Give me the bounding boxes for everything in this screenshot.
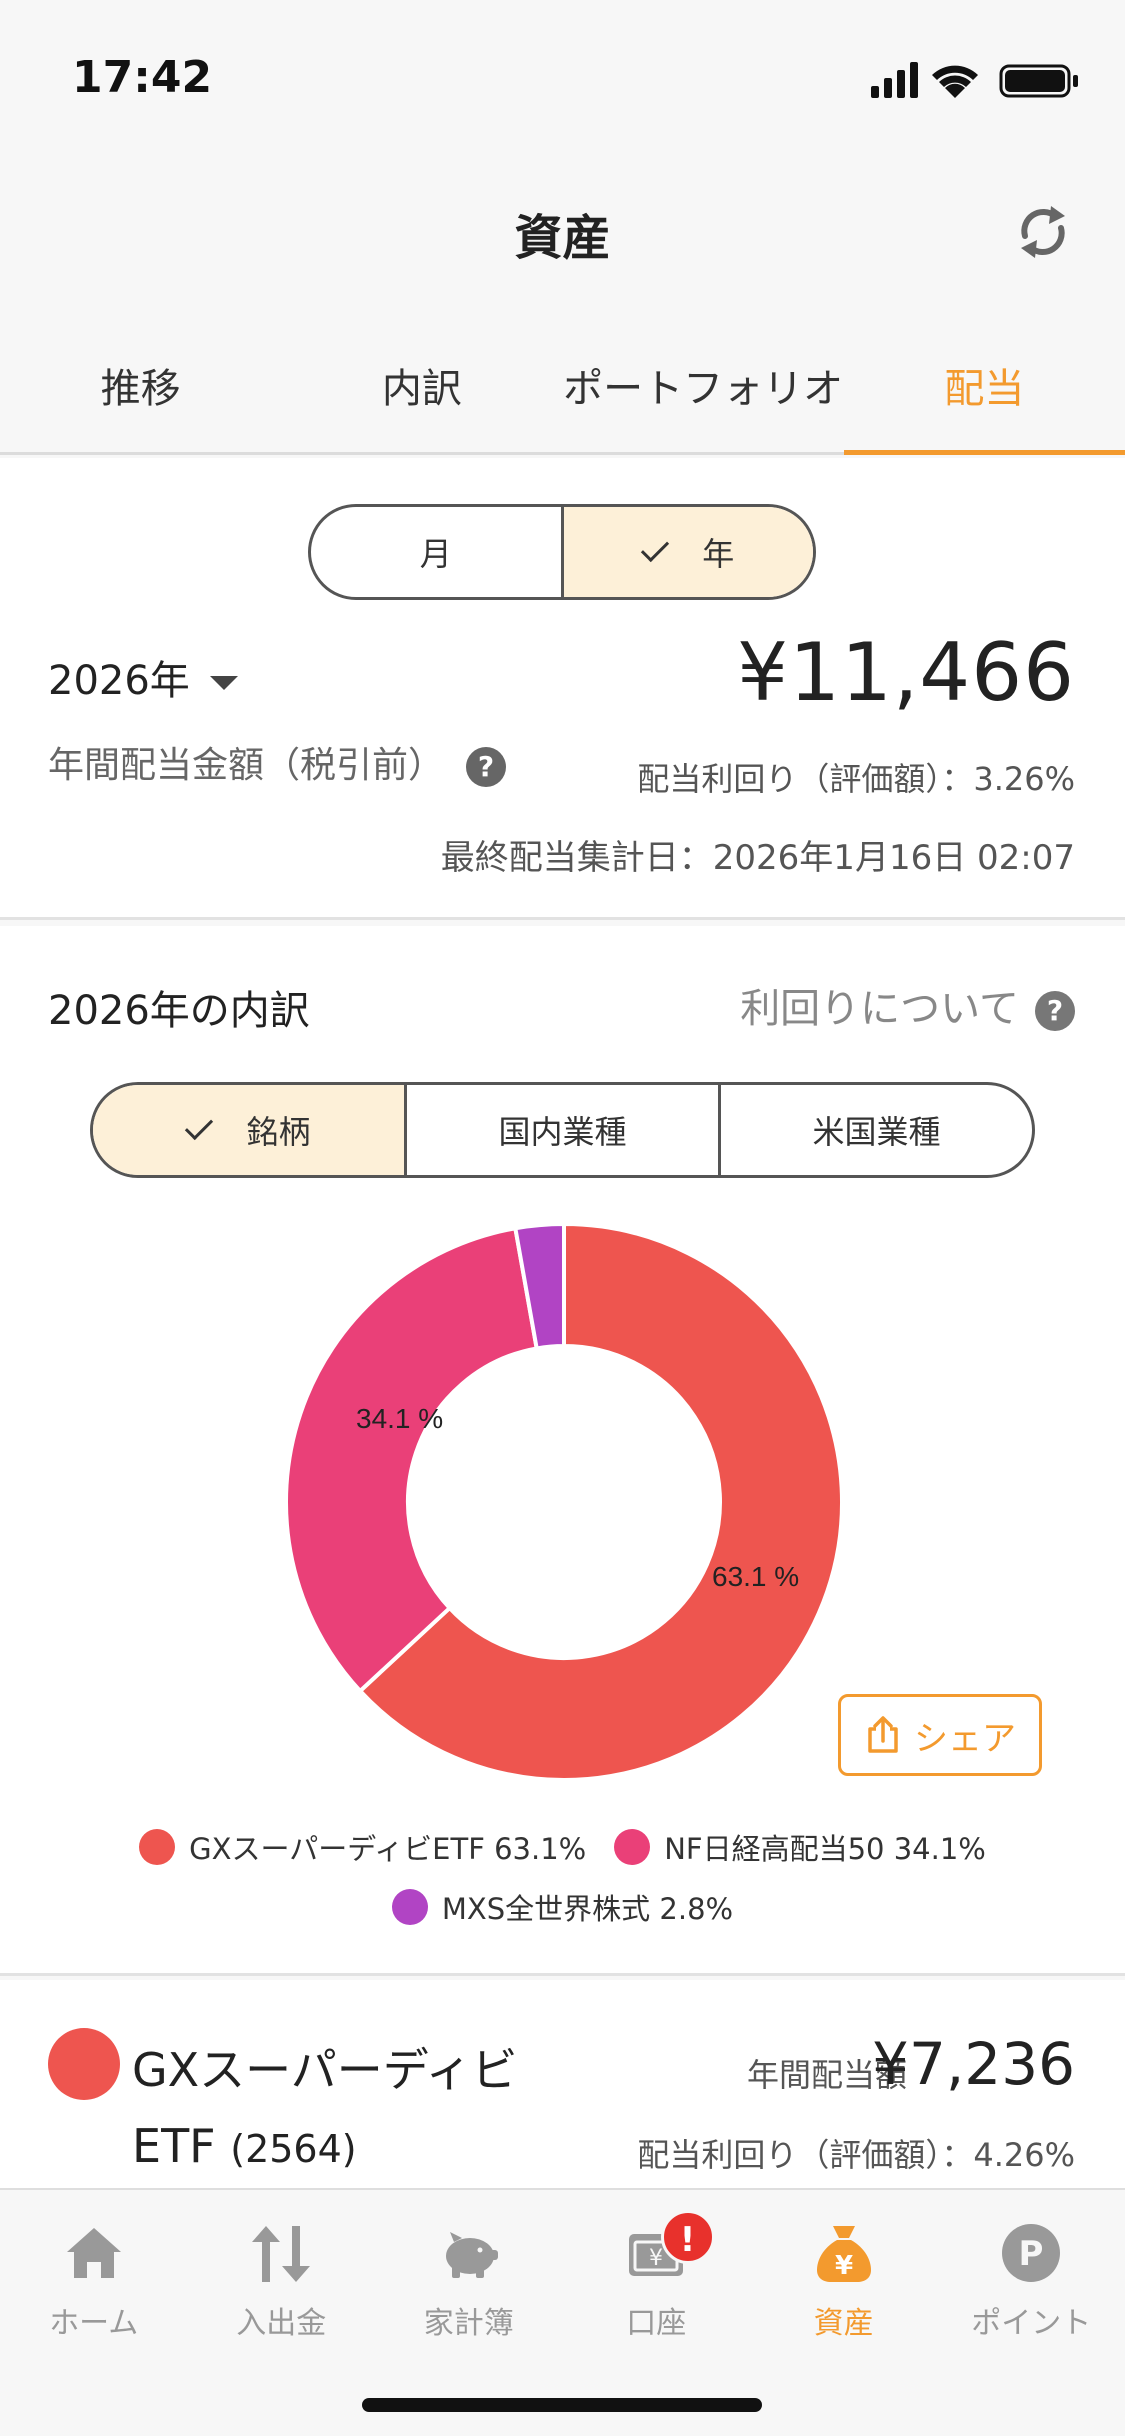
status-bar: 17:42 [0, 0, 1125, 140]
legend-item: NF日経高配当50 34.1% [614, 1826, 986, 1868]
svg-text:P: P [1019, 2234, 1044, 2274]
legend-swatch [391, 1889, 428, 1925]
holding-code: (2564) [230, 2127, 357, 2171]
tab-trend[interactable]: 推移 [0, 320, 281, 452]
category-us-label: 米国業種 [812, 1113, 941, 1151]
nav-home[interactable]: ホーム [0, 2190, 188, 2360]
notification-badge: ! [660, 2210, 715, 2264]
period-option-month[interactable]: 月 [311, 507, 561, 597]
wifi-icon [932, 65, 978, 98]
nav-assets[interactable]: ¥ 資産 [750, 2190, 938, 2360]
transfer-icon [252, 2226, 311, 2282]
help-icon[interactable]: ? [466, 747, 507, 787]
category-toggle: 銘柄 国内業種 米国業種 [90, 1082, 1035, 1178]
nav-assets-label: 資産 [813, 2306, 874, 2341]
yield-info-label: 利回りについて [740, 986, 1019, 1032]
annual-dividend-label: 年間配当金額（税引前）? [48, 736, 507, 788]
nav-household[interactable]: 家計簿 [375, 2190, 563, 2360]
holding-name-line2: ETF [132, 2119, 216, 2173]
period-option-year[interactable]: 年 [560, 507, 813, 597]
caret-down-icon [209, 676, 238, 690]
slice-label-right: 63.1 % [712, 1561, 799, 1592]
share-icon [868, 1716, 898, 1753]
year-dropdown[interactable]: 2026年 [48, 648, 238, 706]
legend-item: GXスーパーディビETF 63.1% [139, 1826, 586, 1868]
tab-dividend[interactable]: 配当 [843, 320, 1125, 455]
battery-icon [999, 64, 1078, 98]
share-label: シェア [914, 1718, 1016, 1759]
last-updated: 最終配当集計日：2026年1月16日 02:07 [440, 838, 1075, 878]
nav-household-label: 家計簿 [423, 2306, 514, 2341]
donut-chart: 34.1 % 63.1 % [284, 1222, 844, 1782]
period-month-label: 月 [419, 535, 452, 573]
nav-points[interactable]: P ポイント [938, 2190, 1125, 2360]
legend-label: MXS全世界株式 2.8% [441, 1892, 734, 1926]
legend-swatch [139, 1829, 176, 1865]
period-year-label: 年 [702, 535, 735, 573]
legend-item: MXS全世界株式 2.8% [391, 1886, 734, 1928]
annual-label-text: 年間配当金額（税引前） [48, 745, 445, 786]
status-icons [871, 58, 1091, 102]
share-button[interactable]: シェア [838, 1694, 1042, 1776]
asset-tabs: 推移 内訳 ポートフォリオ 配当 [0, 320, 1125, 455]
category-domestic-label: 国内業種 [498, 1113, 627, 1151]
legend-label: GXスーパーディビETF 63.1% [189, 1832, 587, 1866]
tab-portfolio[interactable]: ポートフォリオ [563, 320, 844, 452]
cellular-signal-icon [871, 62, 918, 98]
category-option-us-sector[interactable]: 米国業種 [718, 1085, 1032, 1175]
holding-amount: ¥7,236 [872, 2030, 1075, 2098]
tab-breakdown[interactable]: 内訳 [281, 320, 562, 452]
svg-text:¥: ¥ [835, 2251, 853, 2281]
holding-yield: 配当利回り（評価額）：4.26% [637, 2136, 1075, 2174]
holding-color-dot [48, 2028, 120, 2100]
nav-transfer-label: 入出金 [236, 2306, 327, 2341]
bottom-navigation: ホーム 入出金 家計簿 ¥ 口座 ! ¥ 資産 P ポイント [0, 2188, 1125, 2436]
yen-bag-icon: ¥ [816, 2226, 871, 2282]
nav-account[interactable]: ¥ 口座 ! [563, 2190, 751, 2360]
check-icon [641, 533, 670, 563]
nav-transfer[interactable]: 入出金 [188, 2190, 376, 2360]
category-option-domestic-sector[interactable]: 国内業種 [404, 1085, 718, 1175]
home-icon [66, 2228, 121, 2278]
holding-row[interactable]: GXスーパーディビ ETF (2564) 年間配当額 ¥7,236 配当利回り（… [0, 1980, 1125, 2190]
slice-label-left: 34.1 % [356, 1403, 443, 1434]
check-icon [185, 1111, 214, 1141]
holding-name-line1: GXスーパーディビ [132, 2043, 518, 2097]
category-stock-label: 銘柄 [246, 1113, 311, 1151]
refresh-button[interactable] [1011, 200, 1075, 264]
nav-account-label: 口座 [626, 2306, 687, 2341]
period-toggle: 月 年 [308, 504, 816, 600]
home-indicator [362, 2398, 762, 2412]
breakdown-title: 2026年の内訳 [48, 988, 310, 1034]
app-header: 資産 [0, 140, 1125, 320]
legend-label: NF日経高配当50 34.1% [664, 1832, 986, 1866]
refresh-icon [1021, 206, 1065, 258]
status-time: 17:42 [72, 52, 213, 103]
annual-dividend-amount: ¥11,466 [737, 626, 1075, 719]
piggy-bank-icon [445, 2232, 498, 2278]
chart-legend: GXスーパーディビETF 63.1% NF日経高配当50 34.1% MXS全世… [0, 1826, 1125, 1946]
dividend-yield: 配当利回り（評価額）：3.26% [637, 760, 1075, 798]
nav-points-label: ポイント [971, 2306, 1092, 2341]
page-title: 資産 [514, 210, 611, 266]
point-icon: P [1002, 2224, 1061, 2282]
legend-swatch [614, 1829, 651, 1865]
donut-slice-2[interactable] [284, 1225, 540, 1694]
svg-text:¥: ¥ [649, 2246, 663, 2271]
category-option-stock[interactable]: 銘柄 [93, 1085, 404, 1175]
yield-info-link[interactable]: 利回りについて? [740, 976, 1075, 1034]
year-value: 2026年 [48, 658, 190, 704]
dividend-breakdown: 2026年の内訳 利回りについて? 銘柄 国内業種 米国業種 34.1 % 63… [0, 926, 1125, 1976]
holding-name: GXスーパーディビ ETF (2564) [132, 2032, 552, 2187]
dividend-summary: 月 年 2026年 年間配当金額（税引前）? ¥11,466 配当利回り（評価額… [0, 458, 1125, 920]
help-icon: ? [1035, 991, 1075, 1031]
nav-home-label: ホーム [49, 2306, 139, 2341]
